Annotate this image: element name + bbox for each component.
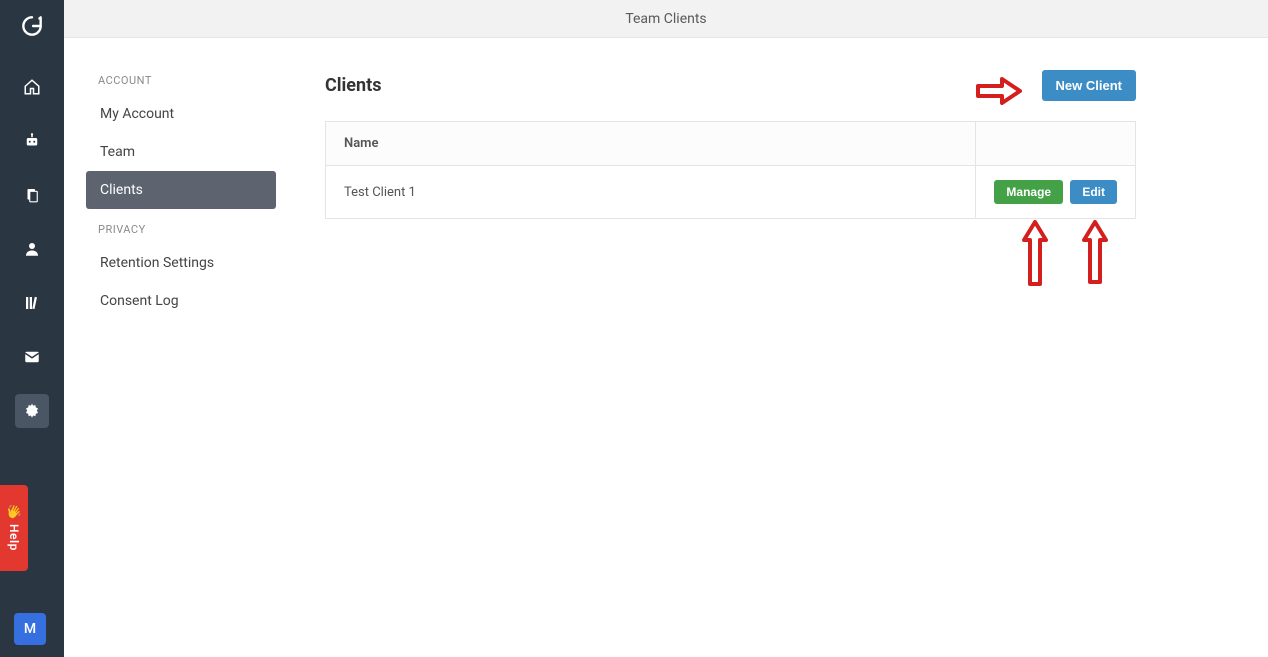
annotation-arrow-up-edit	[1082, 218, 1108, 286]
sidebar-item-clients[interactable]: Clients	[86, 171, 276, 209]
avatar-letter: M	[24, 621, 36, 637]
page-title: Team Clients	[625, 11, 706, 27]
sidebar-item-my-account[interactable]: My Account	[86, 95, 276, 133]
col-name: Name	[326, 122, 976, 166]
annotation-arrow-up-manage	[1022, 218, 1048, 288]
nav-user[interactable]	[15, 232, 49, 266]
nav-settings[interactable]	[15, 394, 49, 428]
help-label: Help	[7, 524, 21, 551]
user-avatar[interactable]: M	[14, 613, 46, 645]
app-logo	[16, 10, 48, 42]
wave-icon: 👋	[6, 505, 22, 520]
section-account-label: ACCOUNT	[86, 60, 276, 95]
content-header: Clients New Client	[325, 70, 1136, 101]
edit-button[interactable]: Edit	[1070, 180, 1117, 204]
manage-button[interactable]: Manage	[994, 180, 1063, 204]
nav-mail[interactable]	[15, 340, 49, 374]
client-name-cell: Test Client 1	[326, 166, 976, 219]
content-heading: Clients	[325, 75, 381, 96]
clients-table: Name Test Client 1 Manage Edit	[325, 121, 1136, 219]
section-privacy-label: PRIVACY	[86, 209, 276, 244]
nav-pages[interactable]	[15, 178, 49, 212]
sidebar-item-retention[interactable]: Retention Settings	[86, 244, 276, 282]
sidebar-item-team[interactable]: Team	[86, 133, 276, 171]
row-actions: Manage Edit	[976, 166, 1136, 219]
new-client-button[interactable]: New Client	[1042, 70, 1136, 101]
settings-sidebar: ACCOUNT My Account Team Clients PRIVACY …	[86, 60, 276, 320]
sidebar-item-consent-log[interactable]: Consent Log	[86, 282, 276, 320]
nav-bot[interactable]	[15, 124, 49, 158]
help-tab[interactable]: 👋 Help	[0, 485, 28, 571]
col-actions	[976, 122, 1136, 166]
main-content: Clients New Client Name Test Client 1 Ma…	[325, 70, 1136, 219]
nav-library[interactable]	[15, 286, 49, 320]
table-row: Test Client 1 Manage Edit	[326, 166, 1136, 219]
nav-home[interactable]	[15, 70, 49, 104]
top-bar: Team Clients	[64, 0, 1268, 38]
